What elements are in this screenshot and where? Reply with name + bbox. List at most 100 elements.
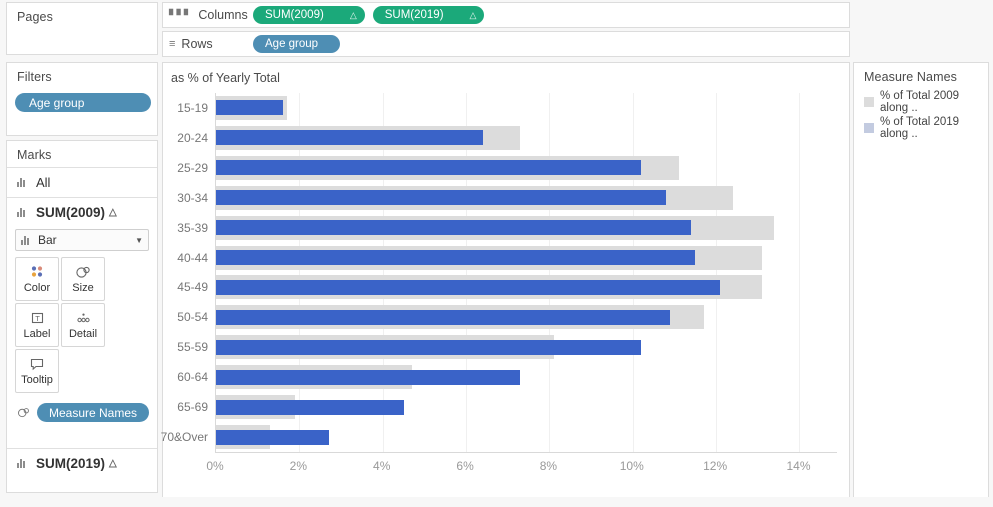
tableau-worksheet: Pages Filters Age group Marks All SUM(20…: [0, 0, 993, 507]
columns-shelf-label: Columns: [198, 8, 248, 22]
columns-pill-sum-2019[interactable]: SUM(2019) △: [372, 6, 485, 24]
pill-label: Age group: [265, 38, 319, 50]
chart-row: 15-19: [177, 93, 837, 123]
row-label-45-49[interactable]: 45-49: [177, 280, 208, 294]
rows-shelf-label: Rows: [181, 37, 213, 51]
mark-type-dropdown[interactable]: Bar ▼: [15, 229, 149, 251]
row-label-15-19[interactable]: 15-19: [177, 101, 208, 115]
marks-measure-names-row: Measure Names: [7, 393, 157, 430]
pages-title: Pages: [17, 10, 53, 24]
row-label-50-54[interactable]: 50-54: [177, 310, 208, 324]
bar-2019[interactable]: [216, 279, 721, 295]
rows-pill-age-group[interactable]: Age group: [253, 35, 341, 53]
chart-row: 35-39: [177, 213, 837, 243]
rows-shelf-label-group: ≡ Rows: [169, 37, 245, 51]
legend-swatch: [864, 123, 874, 133]
label-icon: T: [31, 312, 43, 323]
row-label-60-64[interactable]: 60-64: [177, 370, 208, 384]
bar-2019[interactable]: [216, 160, 642, 176]
color-button[interactable]: Color: [15, 257, 59, 301]
chart-row: 25-29: [177, 153, 837, 183]
bar-chart-icon: [17, 178, 28, 187]
svg-text:T: T: [35, 314, 40, 323]
marks-button-grid: Color Size T Label Detail Tooltip: [7, 257, 157, 393]
tooltip-icon: [30, 358, 44, 370]
bar-chart-icon: [17, 459, 28, 468]
rows-shelf[interactable]: ≡ Rows Age group: [162, 31, 850, 57]
legend-item-1[interactable]: % of Total 2019 along ..: [854, 115, 988, 141]
chart-row: 55-59: [177, 332, 837, 362]
bar-2019[interactable]: [216, 130, 483, 146]
row-label-55-59[interactable]: 55-59: [177, 340, 208, 354]
x-tick-label: 8%: [539, 459, 558, 473]
x-tick-label: 0%: [206, 459, 224, 473]
bar-2019[interactable]: [216, 100, 283, 116]
filters-pill-list: Age group: [7, 89, 157, 112]
x-tick-label: 10%: [619, 459, 644, 473]
columns-shelf[interactable]: ▘▘▘ Columns SUM(2009) △ SUM(2019) △: [162, 2, 850, 28]
row-label-30-34[interactable]: 30-34: [177, 191, 208, 205]
row-label-20-24[interactable]: 20-24: [177, 131, 208, 145]
row-label-70&Over[interactable]: 70&Over: [161, 430, 208, 444]
filters-title: Filters: [17, 70, 52, 84]
size-button-label: Size: [72, 281, 94, 294]
legend-label: % of Total 2009 along ..: [880, 90, 960, 114]
bar-2019[interactable]: [216, 339, 642, 355]
row-label-25-29[interactable]: 25-29: [177, 161, 208, 175]
mark-type-value: Bar: [38, 233, 57, 247]
chevron-down-icon: ▼: [135, 235, 143, 245]
size-button[interactable]: Size: [61, 257, 105, 301]
delta-icon: △: [469, 9, 477, 20]
label-button[interactable]: T Label: [15, 303, 59, 347]
bar-2019[interactable]: [216, 429, 329, 445]
bar-2019[interactable]: [216, 250, 696, 266]
columns-icon: ▘▘▘: [169, 9, 192, 22]
marks-card-sum-2019[interactable]: SUM(2019) △: [7, 449, 157, 478]
rows-icon: ≡: [169, 38, 176, 50]
row-label-35-39[interactable]: 35-39: [177, 221, 208, 235]
color-button-label: Color: [23, 281, 51, 294]
marks-measure-names-pill[interactable]: Measure Names: [36, 403, 149, 422]
label-button-label: Label: [23, 327, 51, 340]
filter-pill-age-group[interactable]: Age group: [15, 93, 151, 112]
delta-icon: △: [349, 9, 357, 20]
bar-2019[interactable]: [216, 399, 404, 415]
x-tick-label: 14%: [786, 459, 811, 473]
bar-2019[interactable]: [216, 190, 667, 206]
view-pane: as % of Yearly Total 15-19 20-24 25-29 30-3…: [161, 62, 850, 505]
marks-all-label: All: [36, 175, 51, 190]
color-icon: [31, 265, 43, 277]
bar-2019[interactable]: [216, 220, 692, 236]
legend-title: Measure Names: [864, 70, 957, 84]
chart-row: 50-54: [177, 302, 837, 332]
legend-swatch: [864, 97, 874, 107]
legend-item-list: % of Total 2009 along ..% of Total 2019 …: [854, 89, 988, 141]
legend-item-0[interactable]: % of Total 2009 along ..: [854, 89, 988, 115]
chart-row: 20-24: [177, 123, 837, 153]
row-label-40-44[interactable]: 40-44: [177, 251, 208, 265]
x-axis: 0% 2% 4% 6% 8% 10% 12% 14%: [206, 453, 837, 477]
chart-row: 70&Over: [161, 422, 837, 452]
pill-label: SUM(2009): [265, 9, 324, 21]
bar-2019[interactable]: [216, 309, 671, 325]
chart-row: 30-34: [177, 183, 837, 213]
bar-2019[interactable]: [216, 369, 521, 385]
columns-pill-sum-2009[interactable]: SUM(2009) △: [253, 6, 365, 24]
chart-plot-area: 15-19 20-24 25-29 30-34 35-39 40-44 45-49 50-54…: [161, 93, 837, 453]
marks-sum-2009-label: SUM(2009): [36, 205, 106, 220]
x-tick-label: 6%: [456, 459, 474, 473]
marks-card-all[interactable]: All: [7, 168, 157, 197]
x-tick-label: 2%: [289, 459, 308, 473]
pill-label: SUM(2019): [384, 9, 444, 21]
columns-shelf-label-group: ▘▘▘ Columns: [169, 8, 248, 22]
marks-card-sum-2009[interactable]: SUM(2009) △: [7, 198, 157, 227]
row-label-65-69[interactable]: 65-69: [177, 400, 208, 414]
chart-row: 45-49: [177, 273, 837, 303]
detail-button[interactable]: Detail: [61, 303, 105, 347]
tooltip-button[interactable]: Tooltip: [15, 349, 59, 393]
marks-title: Marks: [17, 148, 52, 162]
size-icon: [18, 408, 29, 418]
filters-card: Filters Age group: [6, 62, 158, 136]
x-tick-label: 12%: [703, 459, 728, 473]
tooltip-button-label: Tooltip: [21, 373, 53, 386]
